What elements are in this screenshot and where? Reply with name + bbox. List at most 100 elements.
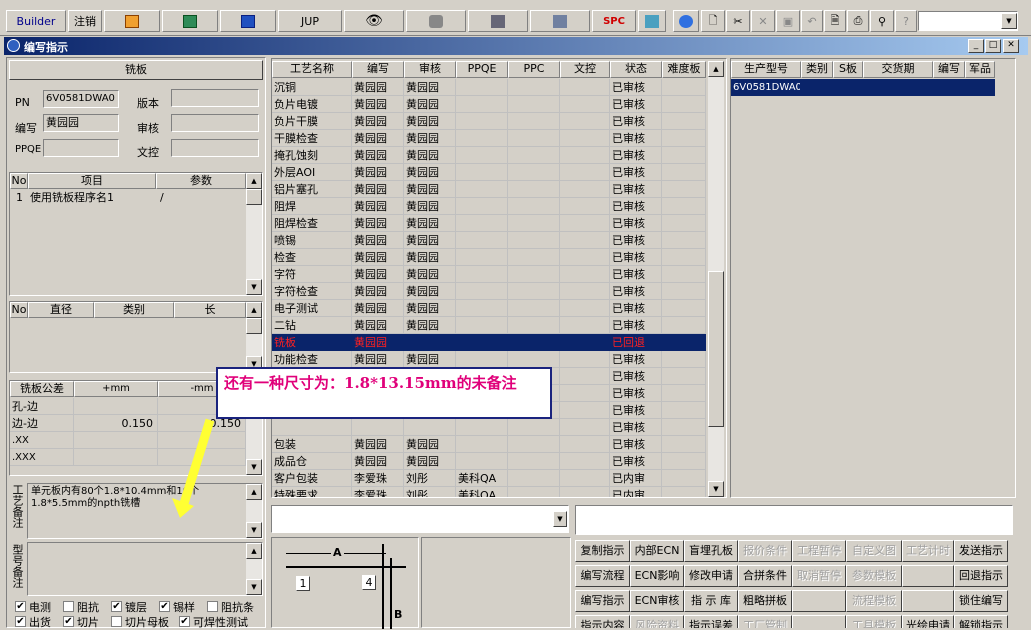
table-cell[interactable]: 李爱珠	[352, 470, 404, 487]
checkbox[interactable]: ✔	[15, 601, 26, 612]
table-cell[interactable]	[662, 96, 706, 113]
chevron-up-icon[interactable]: ▲	[246, 302, 262, 318]
table-cell[interactable]	[74, 449, 158, 466]
table-cell[interactable]	[508, 96, 560, 113]
action-button[interactable]: 合拼条件	[738, 565, 792, 587]
table-cell[interactable]: 黄园园	[352, 317, 404, 334]
chevron-down-icon[interactable]: ▼	[708, 481, 724, 497]
table-cell[interactable]	[560, 147, 610, 164]
table-cell[interactable]	[456, 283, 508, 300]
table-row[interactable]: 负片干膜 黄园园 黄园园 已审核	[272, 113, 706, 130]
table-cell[interactable]	[662, 334, 706, 351]
table-cell[interactable]: 黄园园	[404, 436, 456, 453]
table-cell[interactable]	[662, 317, 706, 334]
table-cell[interactable]: 已审核	[610, 181, 662, 198]
action-button[interactable]: 工具模板	[846, 615, 902, 628]
logout-button[interactable]: 注销	[68, 10, 102, 32]
table-cell[interactable]: 孔-边	[10, 398, 74, 415]
cut-icon[interactable]: ✂	[726, 10, 750, 32]
table-cell[interactable]	[508, 164, 560, 181]
table-cell[interactable]	[508, 487, 560, 497]
table-cell[interactable]: 已审核	[610, 249, 662, 266]
excel-icon[interactable]	[162, 10, 218, 32]
column-header[interactable]: No	[10, 173, 28, 189]
chevron-down-icon[interactable]: ▼	[246, 459, 262, 475]
table-cell[interactable]	[508, 181, 560, 198]
column-header[interactable]: 类别	[801, 61, 833, 78]
table-cell[interactable]: 阻焊	[272, 198, 352, 215]
table-cell[interactable]: 已审核	[610, 402, 662, 419]
table-cell[interactable]: 使用铣板程序名1	[28, 189, 156, 206]
table-cell[interactable]	[508, 300, 560, 317]
table-cell[interactable]: 已内审	[610, 470, 662, 487]
save-icon[interactable]: ▣	[776, 10, 800, 32]
action-button[interactable]: 盲埋孔板	[684, 540, 738, 562]
column-header[interactable]: No	[10, 302, 28, 318]
table-cell[interactable]: 刘彤	[404, 487, 456, 497]
table-cell[interactable]: 已审核	[610, 385, 662, 402]
table-cell[interactable]	[508, 317, 560, 334]
table-row[interactable]: 阻焊 黄园园 黄园园 已审核	[272, 198, 706, 215]
chevron-down-icon[interactable]: ▼	[246, 579, 262, 595]
preview-icon[interactable]: 🗎	[824, 10, 846, 32]
table-cell[interactable]: 黄园园	[352, 198, 404, 215]
table-cell[interactable]	[560, 266, 610, 283]
chevron-up-icon[interactable]: ▲	[708, 61, 724, 77]
table-cell[interactable]	[508, 130, 560, 147]
table-cell[interactable]: .XXX	[10, 449, 74, 466]
table-row[interactable]: 已审核	[272, 419, 706, 436]
table-cell[interactable]	[560, 453, 610, 470]
scroll-thumb[interactable]	[246, 318, 262, 334]
table-cell[interactable]	[560, 402, 610, 419]
action-button[interactable]: 工程暂停	[792, 540, 846, 562]
table-cell[interactable]: 检查	[272, 249, 352, 266]
table-cell[interactable]: 美科QA	[456, 487, 508, 497]
checkbox[interactable]: ✔	[63, 616, 74, 627]
table-cell[interactable]	[662, 164, 706, 181]
table-cell[interactable]: 已审核	[610, 436, 662, 453]
jup-button[interactable]: JUP	[278, 10, 342, 32]
checkbox[interactable]: ✔	[159, 601, 170, 612]
table-cell[interactable]	[456, 164, 508, 181]
table-cell[interactable]: 成品仓	[272, 453, 352, 470]
table-row[interactable]: 外层AOI 黄园园 黄园园 已审核	[272, 164, 706, 181]
column-header[interactable]: PPQE	[456, 61, 508, 78]
table-row[interactable]: 客户包装 李爱珠 刘彤 美科QA 已内审	[272, 470, 706, 487]
table-cell[interactable]: 已审核	[610, 232, 662, 249]
network-icon[interactable]	[468, 10, 528, 32]
table-cell[interactable]: /	[158, 189, 246, 206]
table-cell[interactable]: 黄园园	[404, 96, 456, 113]
eye-icon[interactable]: 👁	[344, 10, 404, 32]
column-header[interactable]: 审核	[404, 61, 456, 78]
action-button[interactable]: 自定义图	[846, 540, 902, 562]
action-button[interactable]: 发送指示	[954, 540, 1008, 562]
diameter-grid[interactable]: No 直径 类别 长 ▲ ▼	[9, 301, 263, 373]
action-button[interactable]: 复制指示	[575, 540, 630, 562]
table-cell[interactable]	[456, 232, 508, 249]
table-row[interactable]: 掩孔蚀刻 黄园园 黄园园 已审核	[272, 147, 706, 164]
table-cell[interactable]: 干膜检查	[272, 130, 352, 147]
chevron-down-icon[interactable]: ▼	[1001, 13, 1017, 29]
table-cell[interactable]	[662, 198, 706, 215]
calendar-icon[interactable]	[638, 10, 666, 32]
print-icon[interactable]: ⎙	[847, 10, 869, 32]
table-cell[interactable]: 沉铜	[272, 79, 352, 96]
table-cell[interactable]	[662, 215, 706, 232]
table-cell[interactable]: 铝片塞孔	[272, 181, 352, 198]
action-button[interactable]: 回退指示	[954, 565, 1008, 587]
table-cell[interactable]: 黄园园	[404, 351, 456, 368]
action-button[interactable]: 编写流程	[575, 565, 630, 587]
table-cell[interactable]: 黄园园	[352, 113, 404, 130]
table-row[interactable]: 铣板 黄园园 已回退	[272, 334, 706, 351]
table-cell[interactable]	[508, 147, 560, 164]
table-cell[interactable]: 黄园园	[352, 164, 404, 181]
help-icon[interactable]: ?	[895, 10, 917, 32]
table-cell[interactable]	[456, 147, 508, 164]
table-row[interactable]: 字符检查 黄园园 黄园园 已审核	[272, 283, 706, 300]
table-cell[interactable]: 黄园园	[352, 436, 404, 453]
table-cell[interactable]: 黄园园	[352, 215, 404, 232]
table-cell[interactable]: 黄园园	[352, 96, 404, 113]
table-cell[interactable]	[560, 130, 610, 147]
column-header[interactable]: 军品	[965, 61, 995, 78]
table-cell[interactable]: 黄园园	[352, 181, 404, 198]
